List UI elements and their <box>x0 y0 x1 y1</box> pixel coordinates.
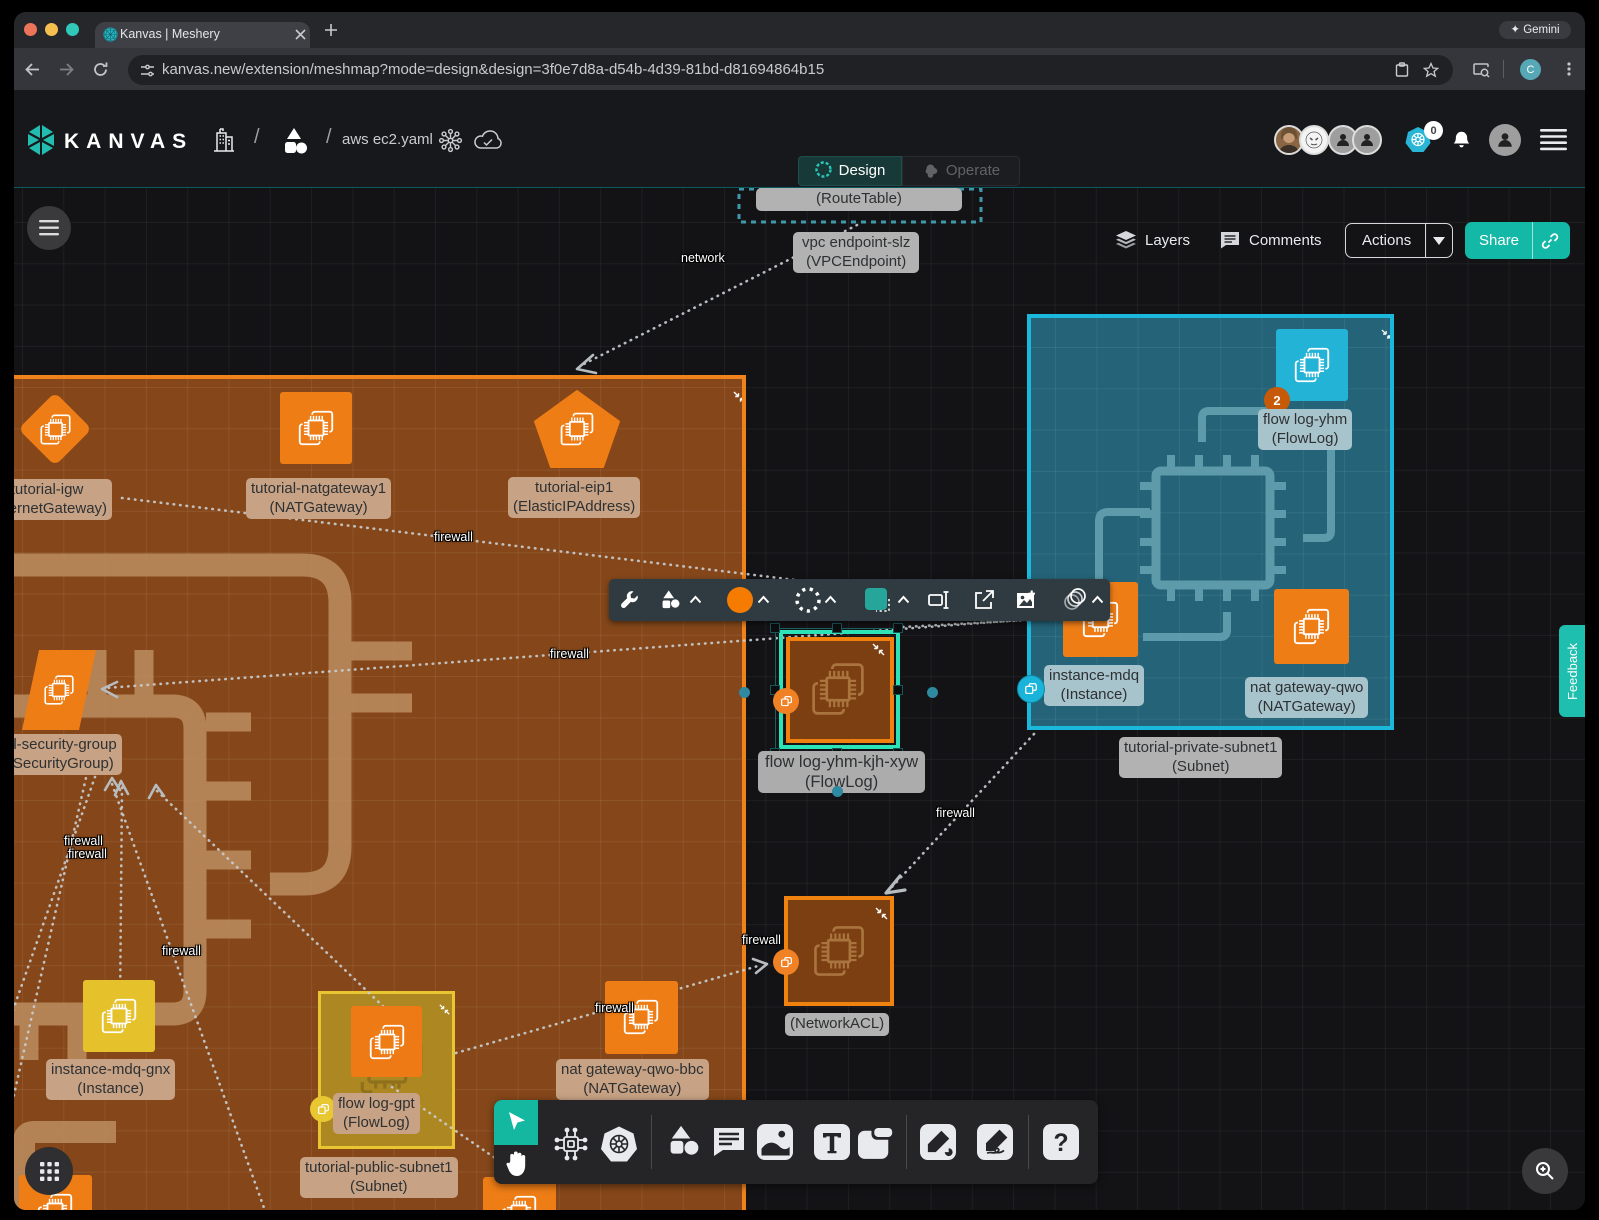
svg-text:?: ? <box>1053 1130 1068 1157</box>
